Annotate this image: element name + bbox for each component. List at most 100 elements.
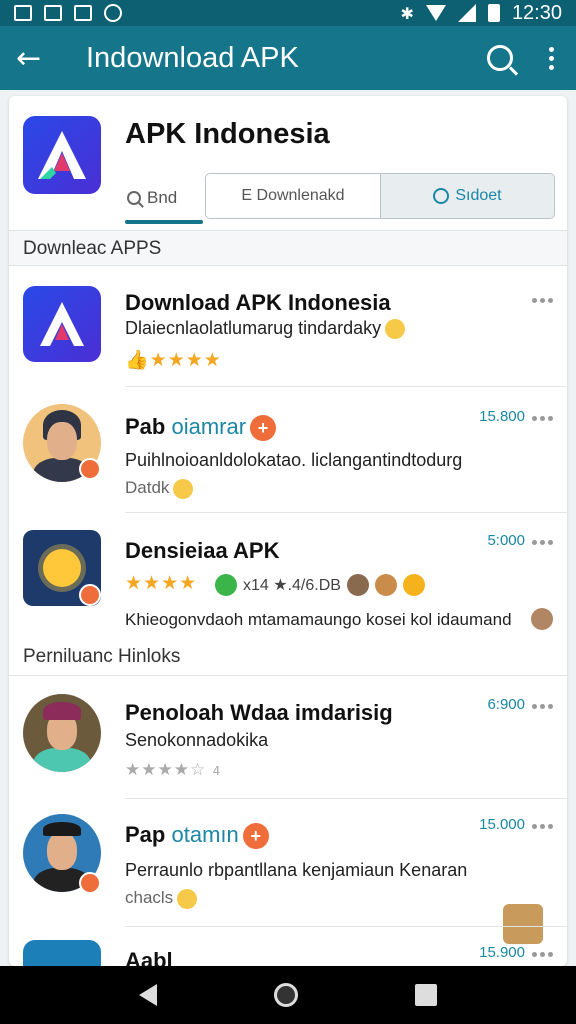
rating-stars: 👍★★★★ <box>125 348 222 371</box>
avatar-hair <box>43 822 81 836</box>
status-system: ✱ 12:30 <box>401 2 562 25</box>
item-count: 15.000 <box>479 816 525 833</box>
item-menu-icon[interactable] <box>532 540 553 545</box>
rating-value: 4 <box>212 764 222 778</box>
item-stats: x14 ★.4/6.DB <box>215 574 425 596</box>
segmented-control: E Downlenakd Sıdoet <box>205 173 555 219</box>
sync-icon <box>104 4 122 22</box>
shopping-bag-icon[interactable] <box>503 904 543 944</box>
rating-stars: ★★★★ <box>125 572 197 594</box>
item-count: 15.900 <box>479 944 525 961</box>
page-title: APK Indonesia <box>125 118 330 150</box>
stars-text: ★★★★ <box>149 349 222 371</box>
item-menu-icon[interactable] <box>532 416 553 421</box>
tab-find[interactable]: Bnd <box>121 174 201 222</box>
signal-icon <box>457 4 476 22</box>
user-avatar-icon <box>374 574 397 596</box>
app-bar: ← Indownload APK <box>0 26 576 90</box>
verified-badge-icon <box>79 458 101 480</box>
item-title[interactable]: Penoloah Wdaa imdarisig <box>125 700 393 726</box>
status-bar: ✱ 12:30 <box>0 0 576 26</box>
item-subtitle: Senokonnadokika <box>125 730 269 750</box>
tab-select[interactable]: Sıdoet <box>380 174 554 218</box>
content-card: APK Indonesia Bnd E Downlenakd Sıdoet Do… <box>9 96 567 966</box>
section-header: Downleac APPS <box>23 238 162 259</box>
user-avatar-icon <box>531 608 553 630</box>
more-vert-icon[interactable] <box>549 46 554 70</box>
verified-badge-icon <box>79 584 101 606</box>
item-subtitle: Khieogonvdaoh mtamamaungo kosei kol idau… <box>125 610 512 629</box>
item-subtitle: Perraunlo rbpantllana kenjamiaun Kenaran <box>125 860 468 880</box>
item-title[interactable]: Download APK Indonesia <box>125 290 391 316</box>
avatar-face <box>47 832 77 870</box>
wifi-icon <box>425 5 446 21</box>
nav-recents-icon[interactable] <box>415 984 438 1006</box>
stars-text: ★★★★ <box>125 572 198 594</box>
item-title-accent: oiamrar <box>171 414 247 439</box>
status-time: 12:30 <box>511 1 562 24</box>
item-subtitle-text: Dlaiecnlaolatlumarug tindardaky <box>125 318 382 338</box>
coin-icon <box>402 574 425 596</box>
avatar[interactable] <box>23 694 101 772</box>
app-icon[interactable] <box>23 940 101 966</box>
item-stats-text: x14 ★.4/6.DB <box>243 577 341 594</box>
user-avatar-icon <box>346 574 369 596</box>
divider <box>125 386 567 387</box>
notification-icon <box>14 5 32 21</box>
back-arrow-icon[interactable]: ← <box>16 41 56 76</box>
item-meta-text: Datdk <box>125 478 170 497</box>
section-header: Perniluanc Hinloks <box>23 646 181 667</box>
item-title[interactable]: Pap otamın + <box>125 822 269 850</box>
item-menu-icon[interactable] <box>532 704 553 709</box>
avatar-face <box>47 422 77 460</box>
bluetooth-icon: ✱ <box>400 3 414 23</box>
search-icon[interactable] <box>487 45 513 71</box>
nav-home-icon[interactable] <box>273 983 298 1007</box>
rating-stars: ★★★★☆ 4 <box>125 760 221 780</box>
plus-badge-icon: + <box>250 415 277 442</box>
item-menu-icon[interactable] <box>532 298 553 303</box>
item-title[interactable]: Pab oiamrar + <box>125 414 277 442</box>
thumbs-up-icon: 👍 <box>125 349 150 371</box>
sun-icon <box>43 549 81 587</box>
nav-back-icon[interactable] <box>138 984 157 1006</box>
clock-icon <box>433 188 450 204</box>
app-bar-title: Indownload APK <box>86 41 299 74</box>
item-meta: chacls <box>125 888 198 909</box>
divider <box>125 926 567 927</box>
item-count: 5:000 <box>487 532 525 549</box>
item-meta: Datdk <box>125 478 194 499</box>
status-notifications <box>14 4 122 22</box>
item-count: 15.800 <box>479 408 525 425</box>
item-menu-icon[interactable] <box>532 824 553 829</box>
divider <box>125 798 567 799</box>
item-title-text: Pab <box>125 414 166 439</box>
item-menu-icon[interactable] <box>532 952 553 957</box>
battery-icon <box>487 4 500 22</box>
search-icon <box>127 191 141 205</box>
verified-badge-icon <box>79 872 101 894</box>
plus-badge-icon: + <box>242 823 269 850</box>
item-title-text: Pap <box>125 822 166 847</box>
tab-download[interactable]: E Downlenakd <box>206 174 380 218</box>
emoji-icon <box>173 478 194 499</box>
item-title[interactable]: Densieiaa APK <box>125 538 279 564</box>
app-icon[interactable] <box>23 286 101 362</box>
apk-logo-icon <box>23 116 101 194</box>
tab-download-label: E Downlenakd <box>241 187 345 204</box>
item-title[interactable]: Aabl <box>125 948 173 966</box>
item-count: 6:900 <box>487 696 525 713</box>
tab-indicator <box>125 220 203 224</box>
tab-select-label: Sıdoet <box>455 187 502 204</box>
emoji-icon <box>177 888 198 909</box>
whatsapp-icon <box>215 574 237 596</box>
item-meta-text: chacls <box>125 888 174 907</box>
notification-icon <box>44 5 62 21</box>
navigation-bar <box>0 966 576 1024</box>
image-icon <box>74 5 92 21</box>
avatar-body <box>33 748 91 772</box>
emoji-icon <box>385 319 406 340</box>
avatar-hat <box>43 702 81 720</box>
stars-text: ★★★★☆ <box>125 760 207 780</box>
tab-find-label: Bnd <box>147 188 178 207</box>
